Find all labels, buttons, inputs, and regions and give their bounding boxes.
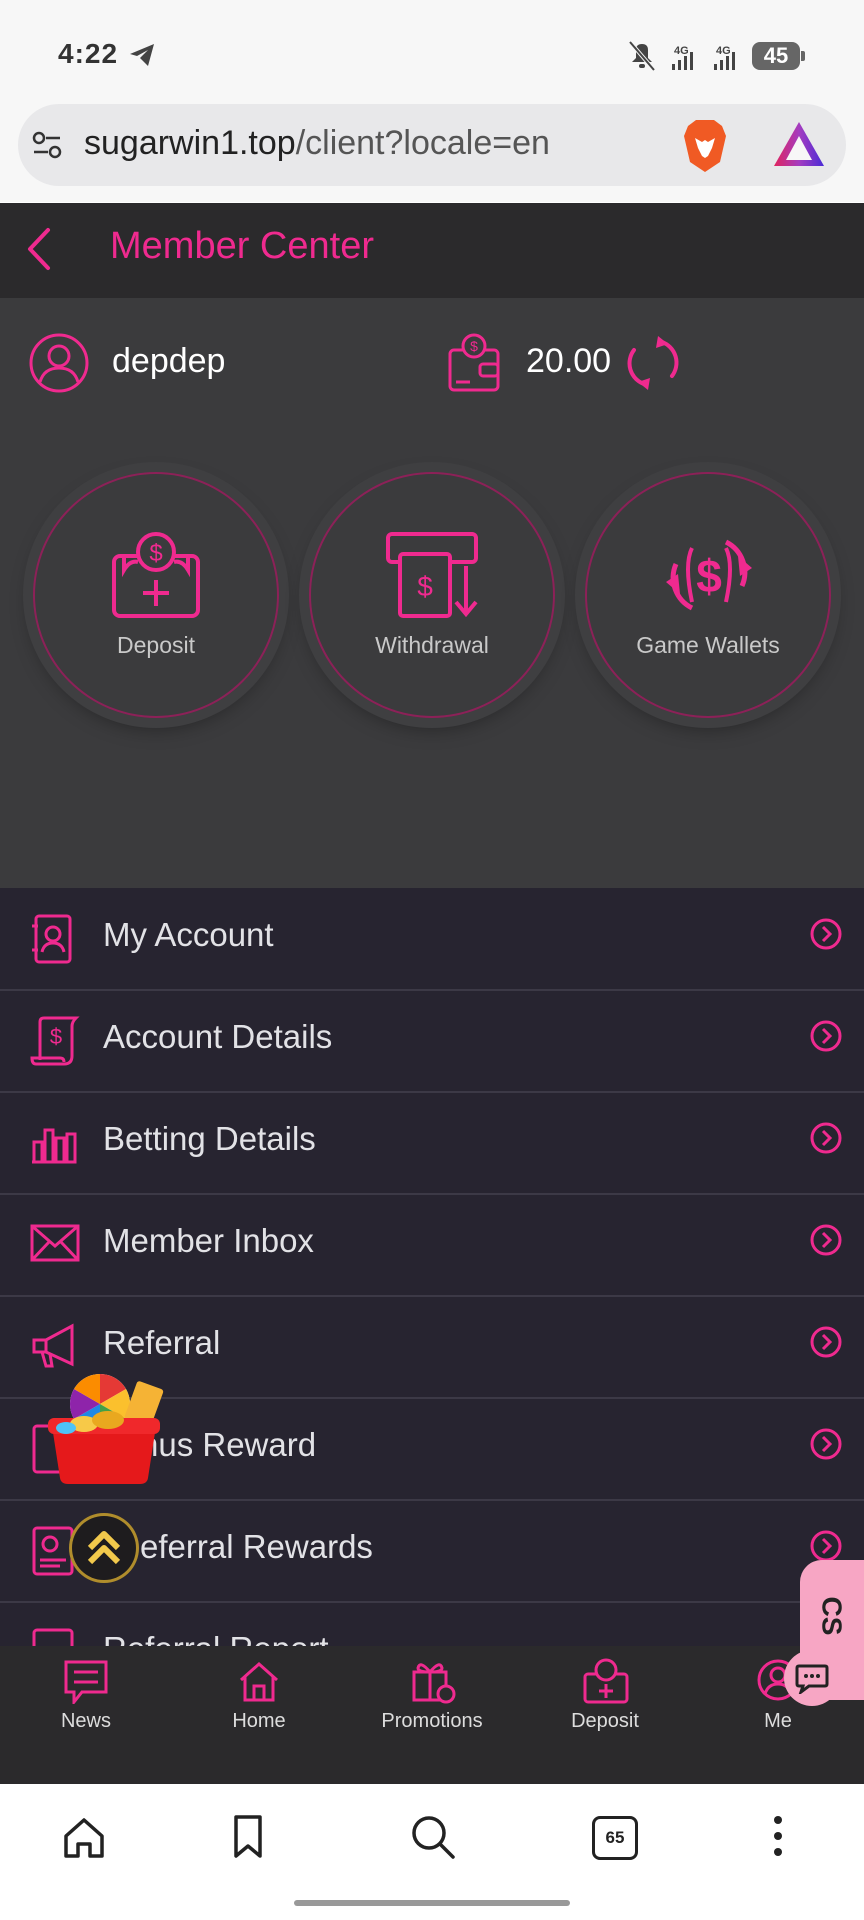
mute-icon — [628, 40, 656, 72]
wallet-icon: $ — [448, 333, 500, 392]
status-icons: 4G 4G — [628, 40, 735, 72]
user-avatar-icon — [29, 333, 89, 393]
search-icon[interactable] — [410, 1814, 456, 1860]
game-wallets-label: Game Wallets — [636, 632, 780, 658]
nav-label: News — [60, 1710, 111, 1732]
menu-item-account-details[interactable]: $ Account Details — [0, 990, 864, 1093]
chevron-right-icon — [810, 918, 842, 950]
nav-label: Me — [764, 1710, 792, 1732]
bookmark-icon[interactable] — [232, 1814, 264, 1860]
bottom-navigation: News Home Promotions Deposit Me — [0, 1646, 864, 1784]
megaphone-icon — [32, 1323, 74, 1368]
menu-item-my-account[interactable]: My Account — [0, 888, 864, 991]
profile-card-icon — [32, 914, 72, 964]
bar-chart-icon — [32, 1128, 77, 1164]
svg-text:$: $ — [417, 571, 433, 602]
nav-home[interactable]: Home — [189, 1646, 329, 1776]
home-indicator — [294, 1900, 570, 1906]
tab-count: 65 — [605, 1828, 625, 1847]
battery-indicator: 45 — [752, 42, 805, 70]
username: depdep — [112, 342, 226, 380]
chevron-right-icon — [810, 1428, 842, 1460]
svg-text:$: $ — [149, 540, 162, 567]
chevron-right-icon — [810, 1224, 842, 1256]
news-icon — [64, 1660, 108, 1704]
chevron-right-icon — [810, 1530, 842, 1562]
deposit-icon: $ — [112, 532, 200, 618]
brave-shield-icon[interactable] — [680, 118, 730, 174]
brave-rewards-icon[interactable] — [772, 120, 826, 168]
nav-promotions[interactable]: Promotions — [362, 1646, 502, 1776]
menu-label: Betting Details — [103, 1120, 316, 1157]
url-text[interactable]: sugarwin1.top/client?locale=en — [84, 124, 550, 163]
chevron-right-icon — [810, 1122, 842, 1154]
lucky-wheel-gift-icon[interactable] — [44, 1370, 170, 1486]
tabs-button[interactable]: 65 — [592, 1816, 638, 1860]
more-menu-icon[interactable] — [768, 1814, 788, 1860]
browser-home-icon[interactable] — [62, 1816, 106, 1860]
cs-label: CS — [816, 1596, 848, 1636]
receipt-dollar-icon: $ — [30, 1016, 80, 1066]
svg-text:$: $ — [50, 1024, 62, 1049]
nav-label: Promotions — [381, 1710, 483, 1732]
withdrawal-icon: $ — [386, 532, 478, 618]
svg-text:$: $ — [696, 550, 722, 602]
chat-icon — [795, 1664, 829, 1694]
network-label-1: 4G — [674, 45, 689, 57]
menu-label: My Account — [103, 916, 274, 953]
menu-label: Member Inbox — [103, 1222, 314, 1259]
svg-text:$: $ — [470, 338, 478, 354]
site-settings-icon[interactable] — [30, 128, 64, 162]
network-label-2: 4G — [716, 45, 731, 57]
url-domain: sugarwin1.top — [84, 124, 296, 162]
menu-label: eferral Rewards — [140, 1528, 373, 1565]
gift-icon — [412, 1663, 456, 1704]
url-path: /client?locale=en — [295, 124, 550, 162]
menu-label: Referral — [103, 1324, 221, 1361]
withdrawal-label: Withdrawal — [375, 632, 489, 658]
nav-label: Deposit — [571, 1710, 639, 1732]
double-chevron-up-icon — [87, 1531, 121, 1565]
refresh-icon[interactable] — [622, 334, 684, 392]
deposit-label: Deposit — [117, 632, 195, 658]
page-title: Member Center — [110, 225, 374, 267]
envelope-icon — [30, 1224, 80, 1262]
game-wallets-icon: $ — [666, 539, 752, 611]
certificate-icon — [32, 1526, 74, 1576]
chevron-right-icon — [810, 1326, 842, 1358]
back-arrow-icon[interactable] — [24, 226, 54, 272]
menu-label: Account Details — [103, 1018, 333, 1055]
nav-deposit[interactable]: Deposit — [535, 1646, 675, 1776]
balance-amount: 20.00 — [526, 342, 612, 380]
menu-item-member-inbox[interactable]: Member Inbox — [0, 1194, 864, 1297]
nav-news[interactable]: News — [16, 1646, 156, 1776]
home-icon — [240, 1661, 278, 1702]
status-time: 4:22 — [58, 38, 119, 69]
menu-item-betting-details[interactable]: Betting Details — [0, 1092, 864, 1195]
telegram-icon — [130, 44, 154, 66]
deposit-nav-icon — [583, 1658, 629, 1704]
nav-label: Home — [232, 1710, 286, 1732]
chevron-right-icon — [810, 1020, 842, 1052]
